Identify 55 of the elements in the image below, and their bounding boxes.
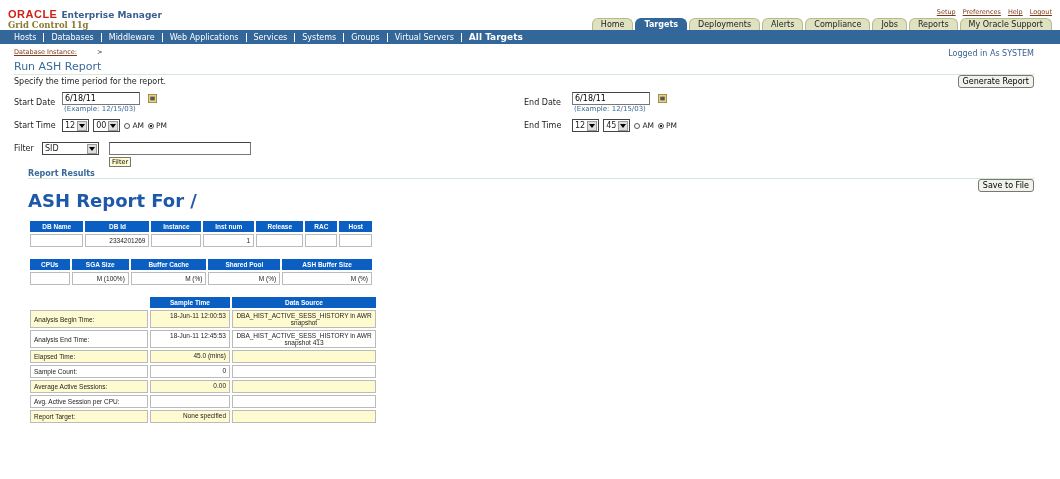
filter-label: Filter xyxy=(14,144,35,153)
report-title: ASH Report For / xyxy=(28,190,198,211)
table-cell xyxy=(151,234,202,247)
subnav-link[interactable]: Databases xyxy=(51,32,94,42)
table-cell xyxy=(30,272,70,285)
nav-tab[interactable]: My Oracle Support xyxy=(959,18,1052,30)
date-field[interactable]: 6/18/11 xyxy=(572,92,650,105)
instructions: Specify the time period for the report. xyxy=(14,77,167,86)
subnav-link[interactable]: Services xyxy=(253,32,288,42)
table-cell xyxy=(305,234,338,247)
hour-select[interactable]: 12 xyxy=(572,119,600,132)
nav-tab[interactable]: Jobs xyxy=(872,18,907,30)
product-name: Enterprise Manager xyxy=(61,10,162,20)
hour-select[interactable]: 12 xyxy=(62,119,90,132)
date-label: End Date xyxy=(524,98,562,107)
save-to-file-button[interactable]: Save to File xyxy=(977,179,1034,192)
minute-select[interactable]: 45 xyxy=(603,119,631,132)
radio-button[interactable] xyxy=(148,122,154,129)
subnav-link[interactable]: Groups xyxy=(351,32,380,42)
radio-button[interactable] xyxy=(658,122,664,129)
filter-field[interactable] xyxy=(109,142,251,155)
time-label: Start Time xyxy=(14,121,57,130)
subnav-link[interactable]: Systems xyxy=(302,32,337,42)
filter-select[interactable]: SID xyxy=(42,142,99,155)
nav-tab[interactable]: Deployments xyxy=(689,18,761,30)
time-label: End Time xyxy=(524,121,563,130)
login-status: Logged in As SYSTEM xyxy=(948,49,1034,58)
subnav-link[interactable]: Virtual Servers xyxy=(394,32,454,42)
table-cell xyxy=(339,234,372,247)
dropdown-icon xyxy=(618,120,629,131)
minute-select[interactable]: 00 xyxy=(93,119,121,132)
subnav-link[interactable]: Web Applications xyxy=(169,32,239,42)
oracle-logo: ORACLE xyxy=(8,8,58,20)
calendar-icon[interactable] xyxy=(148,94,157,103)
dropdown-icon xyxy=(77,120,88,131)
table-cell xyxy=(256,234,304,247)
subnav-link[interactable]: All Targets xyxy=(468,32,523,42)
page-title: Run ASH Report xyxy=(14,60,1034,75)
dropdown-icon xyxy=(587,120,598,131)
product-subtitle: Grid Control 11g xyxy=(8,20,90,30)
date-label: Start Date xyxy=(14,98,57,107)
date-field[interactable]: 6/18/11 xyxy=(62,92,140,105)
section-heading: Report Results xyxy=(28,169,96,178)
table-cell xyxy=(30,234,84,247)
dropdown-icon xyxy=(108,120,119,131)
subnav-link[interactable]: Hosts xyxy=(14,32,37,42)
nav-tab[interactable]: Targets xyxy=(635,18,687,30)
nav-tab[interactable]: Home xyxy=(591,18,634,30)
nav-tab[interactable]: Reports xyxy=(908,18,958,30)
dropdown-icon xyxy=(87,143,97,154)
nav-tab[interactable]: Compliance xyxy=(805,18,871,30)
subnav-link[interactable]: Middleware xyxy=(108,32,155,42)
nav-tab[interactable]: Alerts xyxy=(762,18,804,30)
calendar-icon[interactable] xyxy=(658,94,667,103)
generate-report-button[interactable]: Generate Report xyxy=(957,75,1034,88)
